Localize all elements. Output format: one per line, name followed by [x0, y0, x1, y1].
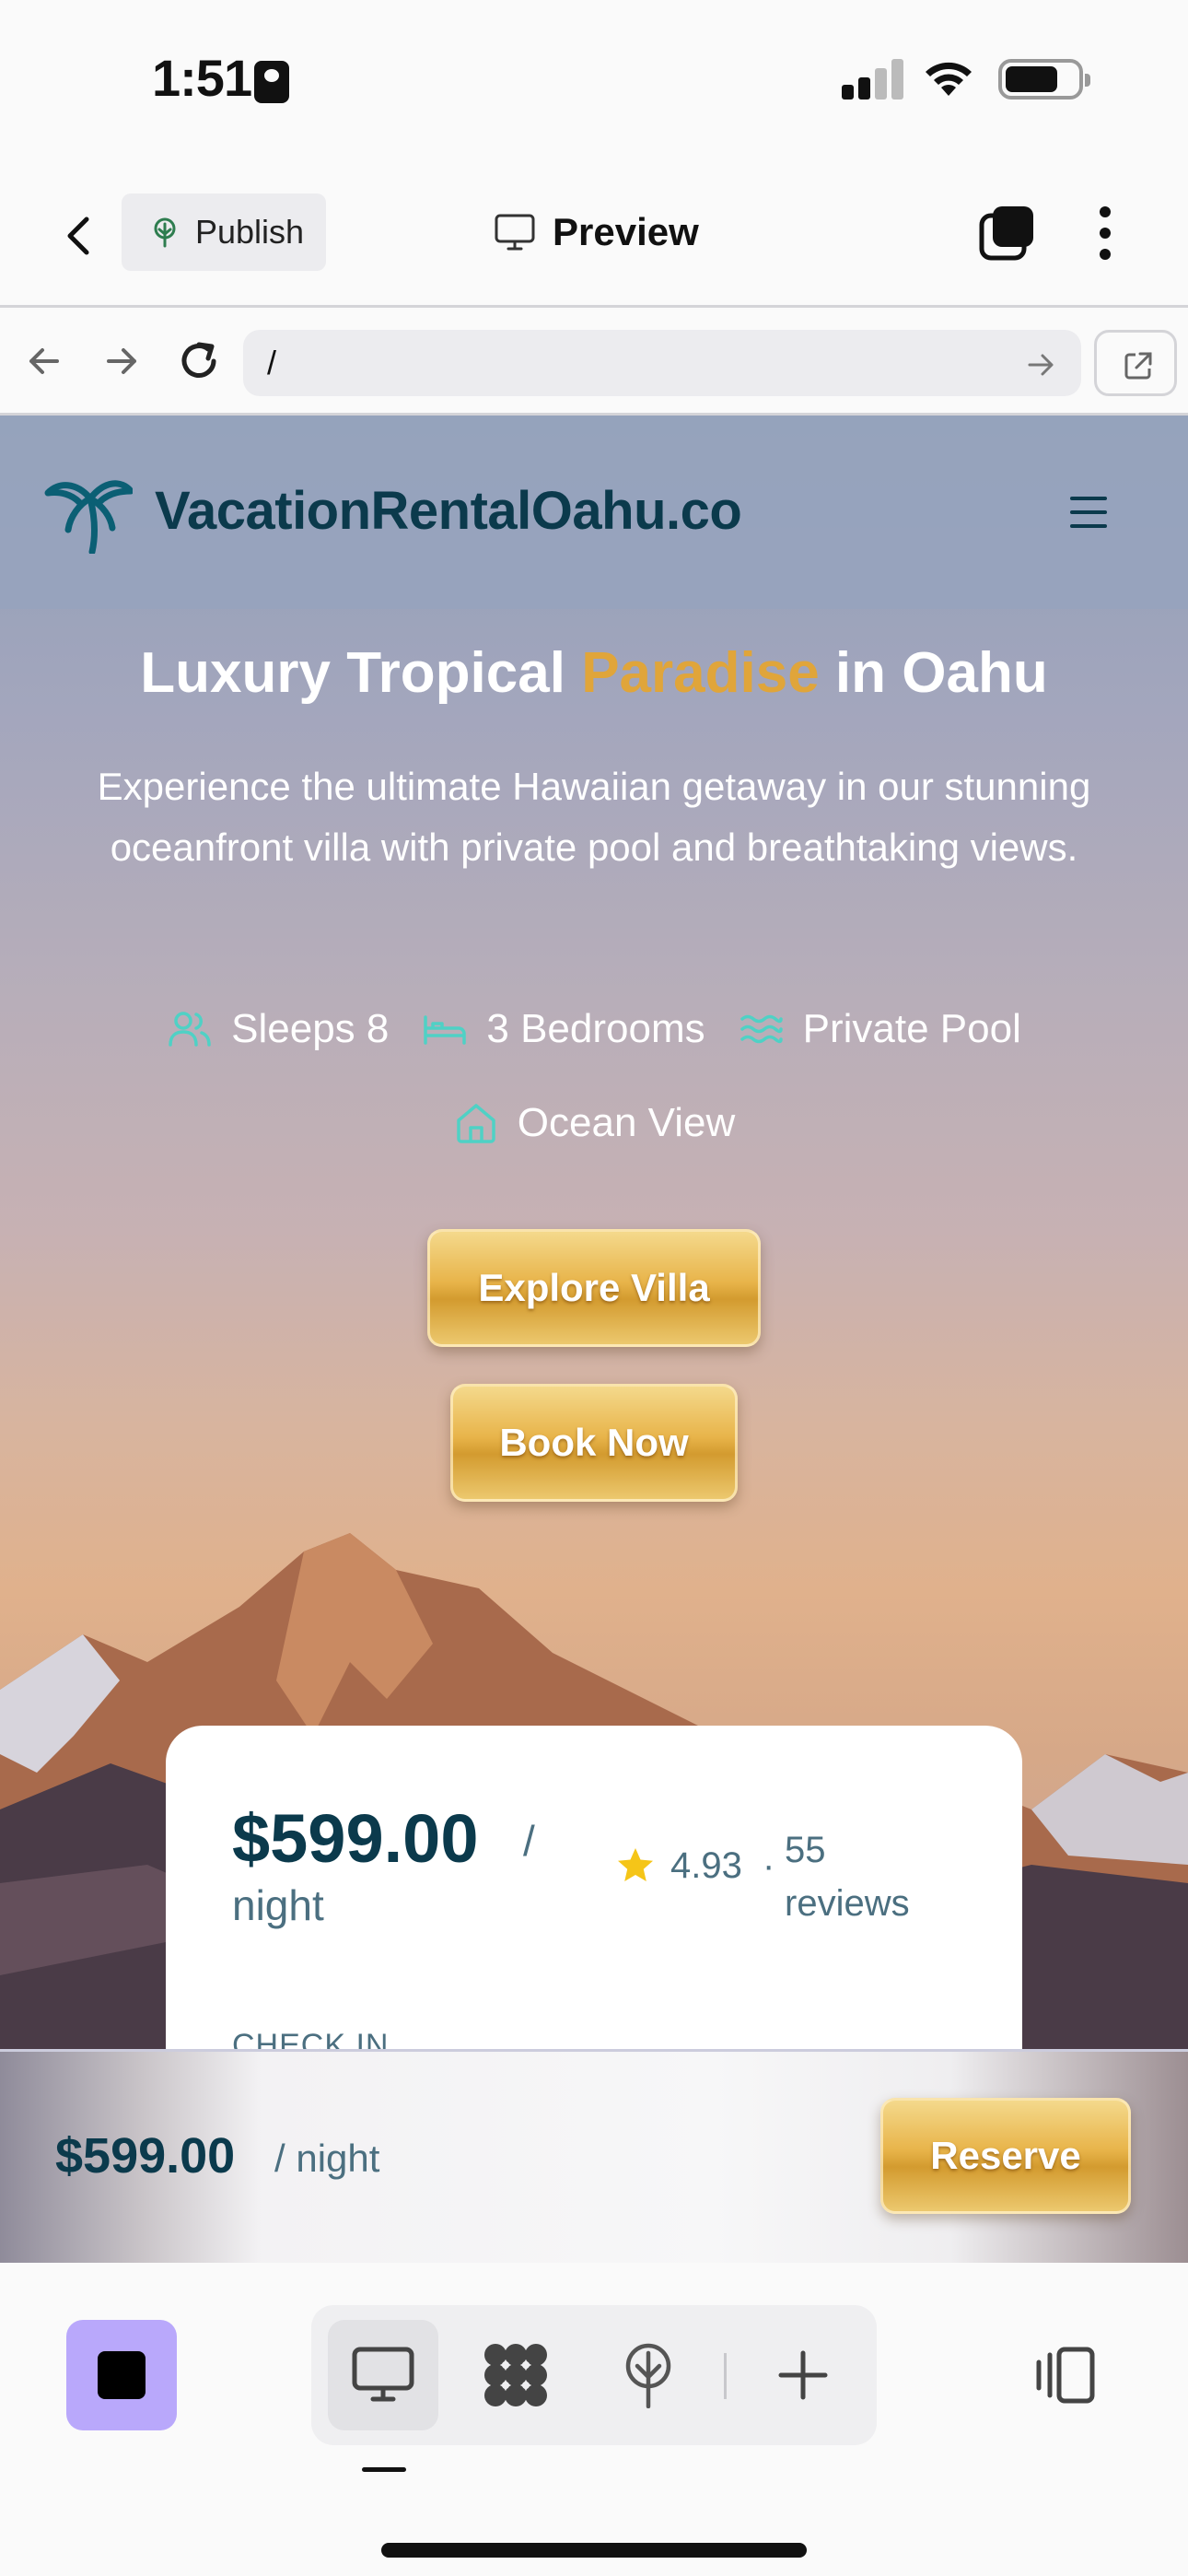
active-mode-indicator	[362, 2467, 406, 2472]
publish-button[interactable]: Publish	[122, 193, 326, 271]
contact-card-icon	[254, 61, 289, 103]
publish-label: Publish	[195, 213, 305, 251]
hero-title: Luxury Tropical Paradise in Oahu	[140, 641, 1048, 705]
open-external-button[interactable]	[1094, 330, 1177, 396]
tree-icon	[154, 217, 176, 248]
booking-card: $599.00 / night 4.93 · 55 reviews CHECK …	[166, 1726, 1022, 2049]
rating-separator: ·	[763, 1845, 775, 1886]
toolbar-divider	[724, 2353, 727, 2399]
explore-villa-button[interactable]: Explore Villa	[427, 1229, 761, 1347]
stop-button[interactable]	[66, 2320, 177, 2430]
more-options-icon[interactable]	[1087, 201, 1124, 265]
wifi-icon	[926, 62, 972, 96]
monitor-icon	[352, 2347, 414, 2402]
site-header: VacationRentalOahu.co	[0, 416, 1188, 609]
mode-switcher	[311, 2305, 877, 2445]
external-link-icon	[1124, 352, 1152, 380]
home-icon	[457, 1104, 495, 1143]
feature-list: Sleeps 8 3 Bedrooms Private Pool Ocean V…	[87, 1001, 1101, 1151]
reserve-price: $599.00	[55, 2128, 236, 2184]
price-unit: night	[232, 1881, 324, 1929]
menu-icon[interactable]	[1070, 497, 1107, 528]
preview-toggle[interactable]: Preview	[494, 203, 699, 262]
users-icon	[169, 1012, 211, 1047]
price-slash: /	[523, 1817, 535, 1865]
add-button[interactable]	[748, 2320, 858, 2430]
site-logo-text[interactable]: VacationRentalOahu.co	[155, 480, 742, 542]
rating-value: 4.93	[670, 1845, 742, 1886]
grid-blob-icon	[484, 2344, 547, 2406]
url-text: /	[267, 344, 277, 381]
bottom-toolbar	[0, 2263, 1188, 2576]
palm-tree-icon[interactable]	[44, 471, 133, 554]
reserve-bar: $599.00 / night Reserve	[0, 2049, 1188, 2263]
side-panel-icon[interactable]	[1031, 2342, 1098, 2408]
back-chevron-icon[interactable]	[52, 208, 107, 263]
status-bar: 1:51	[0, 0, 1188, 157]
home-indicator	[381, 2543, 807, 2558]
review-count[interactable]: 55 reviews	[785, 1823, 950, 1930]
hero-title-accent: Paradise	[581, 641, 820, 705]
cellular-signal-icon	[842, 59, 904, 100]
browser-url-bar: /	[0, 305, 1188, 416]
bed-icon	[424, 1015, 467, 1045]
go-arrow-icon[interactable]	[1024, 348, 1057, 381]
reserve-button[interactable]: Reserve	[880, 2098, 1131, 2214]
feature-ocean-view: Ocean View	[453, 1095, 735, 1151]
monitor-icon	[495, 214, 535, 251]
feature-pool: Private Pool	[739, 1001, 1021, 1057]
feature-sleeps: Sleeps 8	[167, 1001, 389, 1057]
components-mode-button[interactable]	[460, 2320, 571, 2430]
tabs-icon[interactable]	[978, 203, 1037, 262]
reserve-price-unit: / night	[274, 2137, 380, 2180]
site-preview: VacationRentalOahu.co Luxury Tropical Pa…	[0, 416, 1188, 2049]
preview-label: Preview	[553, 210, 699, 253]
browser-forward-icon[interactable]	[94, 334, 149, 389]
nightly-price: $599.00	[232, 1800, 479, 1877]
waves-icon	[740, 1014, 783, 1044]
status-time: 1:51	[152, 49, 252, 107]
tree-icon	[625, 2343, 671, 2408]
browser-back-icon[interactable]	[17, 334, 72, 389]
reload-icon[interactable]	[171, 334, 227, 389]
preview-mode-button[interactable]	[328, 2320, 438, 2430]
battery-icon	[998, 59, 1090, 100]
publish-mode-button[interactable]	[593, 2320, 704, 2430]
hero-subtitle: Experience the ultimate Hawaiian getaway…	[97, 765, 1091, 869]
check-in-label: CHECK IN	[232, 2028, 390, 2049]
app-top-bar: Publish Preview	[0, 175, 1188, 304]
plus-icon	[778, 2350, 828, 2400]
book-now-button[interactable]: Book Now	[450, 1384, 738, 1502]
star-icon	[618, 1848, 653, 1881]
feature-bedrooms: 3 Bedrooms	[422, 1001, 705, 1057]
url-input[interactable]: /	[243, 330, 1081, 396]
